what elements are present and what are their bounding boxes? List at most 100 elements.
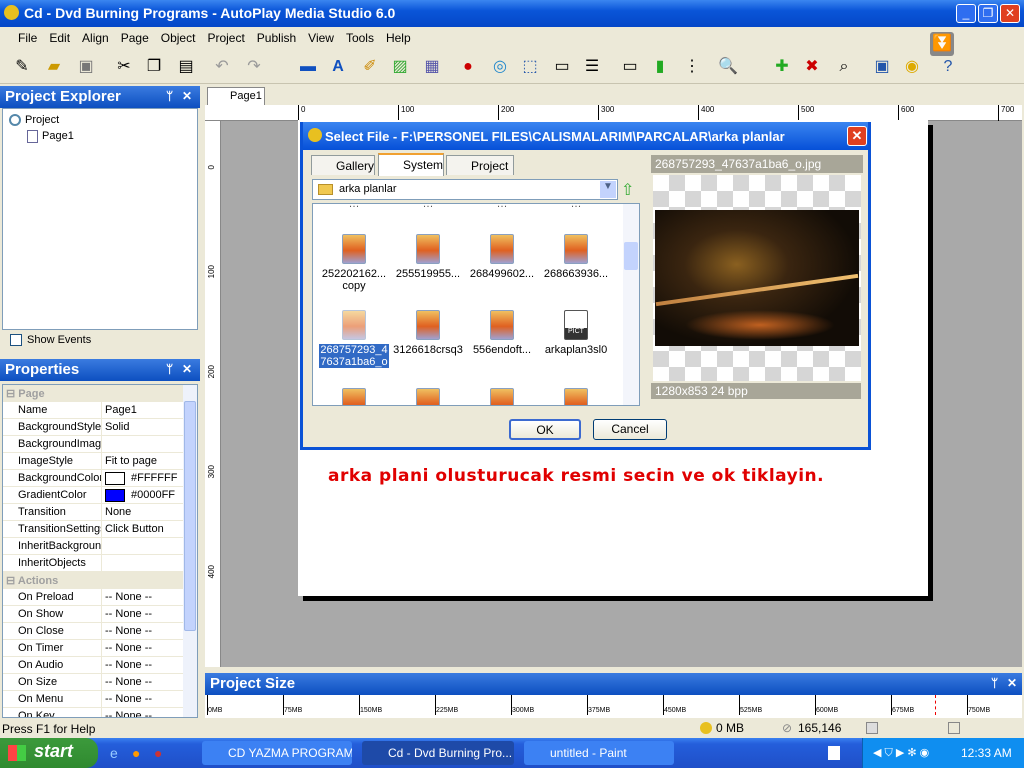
property-row[interactable]: On Show -- None -- <box>3 606 183 623</box>
property-row[interactable]: On Preload -- None -- <box>3 589 183 606</box>
cancel-button[interactable]: Cancel <box>593 419 667 440</box>
menu-view[interactable]: View <box>302 28 340 48</box>
menu-help[interactable]: Help <box>380 28 417 48</box>
property-value[interactable]: -- None -- <box>102 691 155 707</box>
save-icon[interactable]: ▣ <box>74 55 98 79</box>
file-item-partial[interactable]: … <box>317 204 391 210</box>
color-swatch[interactable] <box>105 488 125 502</box>
copy-icon[interactable]: ❐ <box>142 55 166 79</box>
file-item[interactable]: PICT arkaplan3sl0 <box>539 310 613 356</box>
menu-align[interactable]: Align <box>76 28 115 48</box>
property-value[interactable] <box>102 436 108 452</box>
property-value[interactable] <box>102 538 108 554</box>
wizard-icon[interactable]: ✎ <box>10 55 34 79</box>
tab-page1[interactable]: Page1 <box>207 87 265 105</box>
file-item-partial[interactable] <box>317 388 391 405</box>
property-row[interactable]: On Size -- None -- <box>3 674 183 691</box>
video-object-icon[interactable]: ▦ <box>420 55 444 79</box>
help-icon[interactable]: ? <box>936 55 960 79</box>
property-row[interactable]: On Audio -- None -- <box>3 657 183 674</box>
properties-scrollbar[interactable] <box>183 385 197 717</box>
delete-page-icon[interactable]: ✖ <box>800 55 824 79</box>
file-item-partial[interactable]: … <box>465 204 539 210</box>
menu-file[interactable]: File <box>12 28 43 48</box>
hotspot-icon[interactable]: ⬚ <box>518 55 542 79</box>
property-value[interactable]: Solid <box>102 419 132 435</box>
property-value[interactable]: -- None -- <box>102 708 155 717</box>
flash-object-icon[interactable]: ● <box>456 55 480 79</box>
close-icon[interactable]: ✕ <box>1007 676 1017 690</box>
maximize-button[interactable]: ❐ <box>978 4 998 23</box>
property-row[interactable]: On Close -- None -- <box>3 623 183 640</box>
new-page-icon[interactable]: ✚ <box>770 55 794 79</box>
firefox-icon[interactable]: ● <box>132 745 140 761</box>
file-item[interactable]: 268499602... <box>465 234 539 280</box>
property-value[interactable]: Click Button <box>102 521 167 537</box>
file-item-partial[interactable] <box>539 388 613 405</box>
undo-icon[interactable]: ↶ <box>210 55 234 79</box>
property-row[interactable]: BackgroundImage <box>3 436 183 453</box>
file-item-partial[interactable] <box>391 388 465 405</box>
property-row[interactable]: GradientColor #0000FF <box>3 487 183 504</box>
image-object-icon[interactable]: ▨ <box>388 55 412 79</box>
property-row[interactable]: BackgroundColor #FFFFFF <box>3 470 183 487</box>
property-value[interactable] <box>102 555 108 571</box>
input-object-icon[interactable]: ▭ <box>550 55 574 79</box>
property-row[interactable]: ImageStyle Fit to page <box>3 453 183 470</box>
property-row[interactable]: InheritBackground <box>3 538 183 555</box>
tab-gallery[interactable]: Gallery <box>311 155 375 175</box>
pin-icon[interactable]: ᛘ <box>166 89 173 103</box>
menu-tools[interactable]: Tools <box>340 28 380 48</box>
file-item[interactable]: 255519955... <box>391 234 465 280</box>
property-row[interactable]: Name Page1 <box>3 402 183 419</box>
task-cd-yazma[interactable]: CD YAZMA PROGRAM... <box>202 741 352 765</box>
checkbox-icon[interactable] <box>10 334 22 346</box>
property-value[interactable]: #FFFFFF <box>102 470 180 486</box>
file-item[interactable]: 252202162... copy <box>317 234 391 292</box>
file-item[interactable]: 268757293_47637a1ba6_o <box>317 310 391 368</box>
task-autoplay[interactable]: Cd - Dvd Burning Pro... <box>362 741 514 765</box>
build-icon[interactable]: ▣ <box>870 55 894 79</box>
web-object-icon[interactable]: ◎ <box>488 55 512 79</box>
menu-publish[interactable]: Publish <box>251 28 302 48</box>
redo-icon[interactable]: ↷ <box>242 55 266 79</box>
tray-icons[interactable]: ◀ ⛉ ▶ ✻ ◉ <box>873 746 929 760</box>
progress-icon[interactable]: ▮ <box>648 55 672 79</box>
paragraph-object-icon[interactable]: ✐ <box>358 55 382 79</box>
listbox-icon[interactable]: ☰ <box>580 55 604 79</box>
start-button[interactable]: start <box>0 738 98 768</box>
scrollbar-thumb[interactable] <box>624 242 638 270</box>
label-object-icon[interactable]: A <box>326 55 350 79</box>
menu-edit[interactable]: Edit <box>43 28 76 48</box>
paste-icon[interactable]: ▤ <box>174 55 198 79</box>
menu-object[interactable]: Object <box>155 28 202 48</box>
property-row[interactable]: InheritObjects <box>3 555 183 572</box>
file-item-partial[interactable]: … <box>539 204 613 210</box>
color-swatch[interactable] <box>105 471 125 485</box>
chevron-down-icon[interactable]: ▼ <box>600 181 616 198</box>
close-icon[interactable]: ✕ <box>182 362 192 376</box>
button-object-icon[interactable]: ▬ <box>296 55 320 79</box>
property-value[interactable]: -- None -- <box>102 606 155 622</box>
ie-icon[interactable]: e <box>110 745 118 761</box>
property-row[interactable]: On Menu -- None -- <box>3 691 183 708</box>
combobox-icon[interactable]: ▭ <box>618 55 642 79</box>
property-value[interactable]: Fit to page <box>102 453 160 469</box>
property-row[interactable]: On Key -- None -- <box>3 708 183 717</box>
close-icon[interactable]: ✕ <box>182 89 192 103</box>
pin-icon[interactable]: ᛘ <box>166 362 173 376</box>
property-value[interactable]: -- None -- <box>102 623 155 639</box>
property-row[interactable]: Transition None <box>3 504 183 521</box>
property-row[interactable]: TransitionSettings Click Button <box>3 521 183 538</box>
help-tray-icon[interactable] <box>828 746 840 760</box>
property-value[interactable]: -- None -- <box>102 589 155 605</box>
file-list-scrollbar[interactable] <box>623 204 639 405</box>
file-item[interactable]: 268663936... <box>539 234 613 280</box>
tree-item-project[interactable]: Project <box>9 114 59 126</box>
tab-system[interactable]: System <box>378 153 444 176</box>
property-row[interactable]: On Timer -- None -- <box>3 640 183 657</box>
close-button[interactable]: ✕ <box>1000 4 1020 23</box>
preview-icon[interactable]: ⌕ <box>832 55 856 79</box>
open-icon[interactable]: ▰ <box>42 55 66 79</box>
property-value[interactable]: None <box>102 504 134 520</box>
